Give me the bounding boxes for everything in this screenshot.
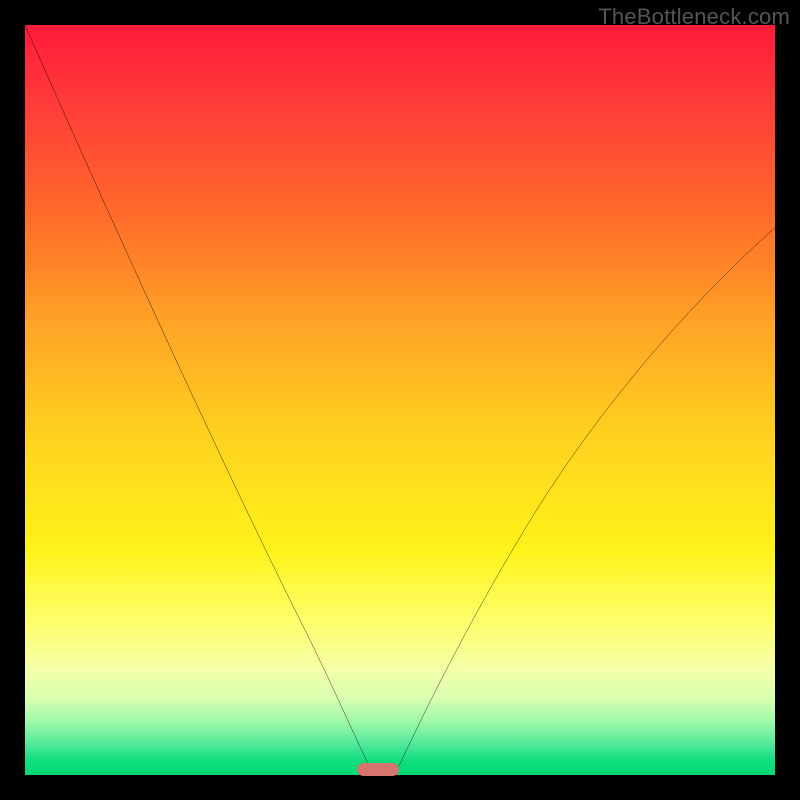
chart-frame: TheBottleneck.com xyxy=(0,0,800,800)
watermark-text: TheBottleneck.com xyxy=(598,4,790,30)
optimal-point-marker xyxy=(357,763,399,776)
left-curve xyxy=(25,25,378,775)
bottleneck-curve-svg xyxy=(25,25,775,775)
right-curve xyxy=(393,228,776,776)
chart-plot-area xyxy=(25,25,775,775)
